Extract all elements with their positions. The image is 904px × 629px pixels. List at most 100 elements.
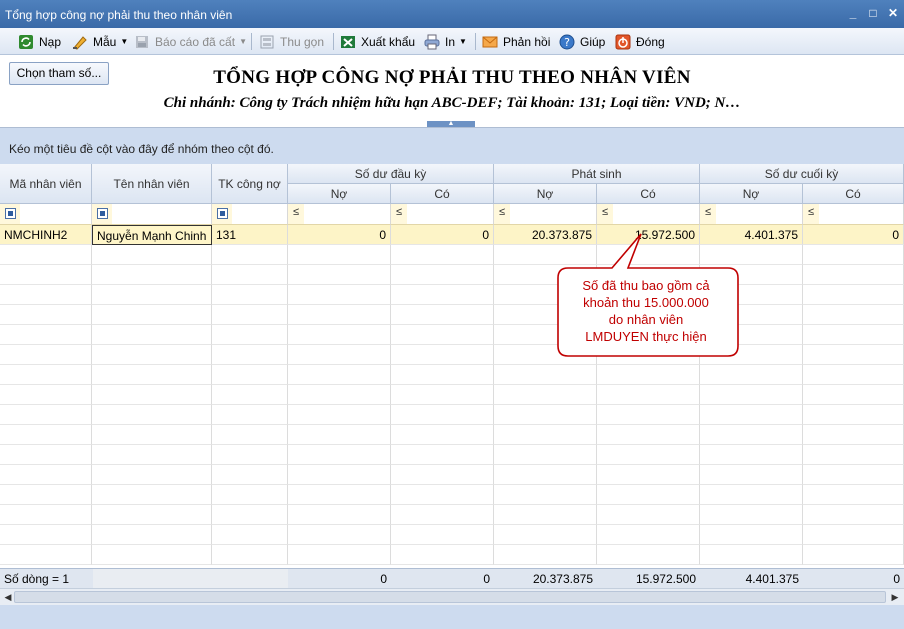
cell-opening-debit[interactable]: 0 [288,225,391,245]
column-header-opening-debit[interactable]: Nợ [288,184,391,204]
empty-row [0,285,904,305]
cell-account[interactable]: 131 [212,225,288,245]
cell-employee-code[interactable]: NMCHINH2 [0,225,92,245]
print-button[interactable]: In ▼ [424,32,467,51]
empty-cell [288,465,391,485]
annotation-line: LMDUYEN thực hiện [585,329,707,344]
cell-closing-debit[interactable]: 4.401.375 [700,225,803,245]
filter-operator[interactable]: ≤ [602,206,608,218]
empty-cell [288,385,391,405]
filter-operator[interactable]: ≤ [499,206,505,218]
scroll-thumb[interactable] [14,591,886,603]
column-header-closing-debit[interactable]: Nợ [700,184,803,204]
filter-operator[interactable]: ≤ [396,206,402,218]
column-header-employee-code[interactable]: Mã nhân viên [0,164,92,204]
total-opening-credit: 0 [483,572,490,586]
group-by-panel[interactable]: Kéo một tiêu đề cột vào đây để nhóm theo… [0,128,904,164]
empty-cell [391,425,494,445]
printer-icon [424,34,440,50]
template-button[interactable]: Mẫu ▼ [72,32,128,51]
empty-cell [0,445,92,465]
empty-cell [288,325,391,345]
empty-cell [803,285,904,305]
filter-movement-debit[interactable]: ≤ [494,204,597,225]
cell-movement-credit[interactable]: 15.972.500 [597,225,700,245]
filter-checkbox[interactable] [97,208,108,219]
column-header-closing-credit[interactable]: Có [803,184,904,204]
empty-cell [494,425,597,445]
scroll-left-icon[interactable]: ◀ [2,591,14,603]
empty-cell [700,485,803,505]
close-window-button[interactable]: ✕ [886,6,900,20]
table-row[interactable]: NMCHINH2 Nguyễn Mạnh Chinh 131 0 0 20.37… [0,225,904,245]
horizontal-scrollbar[interactable]: ◀ ▶ [0,588,904,605]
refresh-button[interactable]: Nạp [18,32,61,51]
empty-cell [212,385,288,405]
column-header-employee-name[interactable]: Tên nhân viên [92,164,212,204]
empty-cell [700,385,803,405]
empty-cell [597,405,700,425]
empty-cell [391,265,494,285]
minimize-button[interactable]: _ [846,6,860,20]
filter-checkbox[interactable] [5,208,16,219]
filter-employee-code[interactable] [0,204,92,225]
feedback-button[interactable]: Phản hồi [482,32,550,51]
filter-operator[interactable]: ≤ [705,206,711,218]
filter-checkbox[interactable] [217,208,228,219]
help-button[interactable]: ? Giúp [559,32,605,51]
filter-movement-credit[interactable]: ≤ [597,204,700,225]
column-header-movement-credit[interactable]: Có [597,184,700,204]
filter-closing-debit[interactable]: ≤ [700,204,803,225]
empty-cell [700,345,803,365]
empty-cell [391,245,494,265]
empty-cell [288,245,391,265]
filter-row: ≤ ≤ ≤ ≤ ≤ ≤ [0,204,904,225]
filter-account[interactable] [212,204,288,225]
column-header-account[interactable]: TK công nợ [212,164,288,204]
empty-cell [212,485,288,505]
empty-cell [288,345,391,365]
saved-reports-button[interactable]: Báo cáo đã cất ▼ [134,32,247,51]
filter-closing-credit[interactable]: ≤ [803,204,904,225]
empty-row [0,525,904,545]
maximize-button[interactable]: □ [866,6,880,20]
export-button[interactable]: Xuất khẩu [340,32,415,51]
empty-cell [0,365,92,385]
empty-cell [803,305,904,325]
empty-cell [494,405,597,425]
filter-opening-debit[interactable]: ≤ [288,204,391,225]
empty-cell [803,325,904,345]
filter-operator[interactable]: ≤ [808,206,814,218]
column-header-opening-credit[interactable]: Có [391,184,494,204]
empty-cell [92,325,212,345]
collapse-icon [259,34,275,50]
empty-cell [494,465,597,485]
scroll-right-icon[interactable]: ▶ [889,591,901,603]
cell-employee-name[interactable]: Nguyễn Mạnh Chinh [92,225,212,245]
filter-employee-name[interactable] [92,204,212,225]
column-header-movement-debit[interactable]: Nợ [494,184,597,204]
empty-cell [92,545,212,565]
close-button[interactable]: Đóng [615,32,665,51]
total-closing-debit: 4.401.375 [745,572,799,586]
empty-cell [494,385,597,405]
empty-cell [0,485,92,505]
collapse-button[interactable]: Thu gọn [259,32,324,51]
cell-movement-debit[interactable]: 20.373.875 [494,225,597,245]
empty-cell [700,365,803,385]
empty-cell [803,265,904,285]
empty-cell [0,245,92,265]
empty-cell [212,425,288,445]
annotation-text: Số đã thu bao gồm cả khoản thu 15.000.00… [560,277,732,345]
filter-operator[interactable]: ≤ [293,206,299,218]
empty-cell [0,505,92,525]
empty-cell [803,445,904,465]
feedback-label: Phản hồi [503,34,551,49]
empty-cell [288,285,391,305]
filter-opening-credit[interactable]: ≤ [391,204,494,225]
empty-cell [212,405,288,425]
cell-closing-credit[interactable]: 0 [803,225,904,245]
cell-opening-credit[interactable]: 0 [391,225,494,245]
empty-cell [700,545,803,565]
empty-cell [391,545,494,565]
